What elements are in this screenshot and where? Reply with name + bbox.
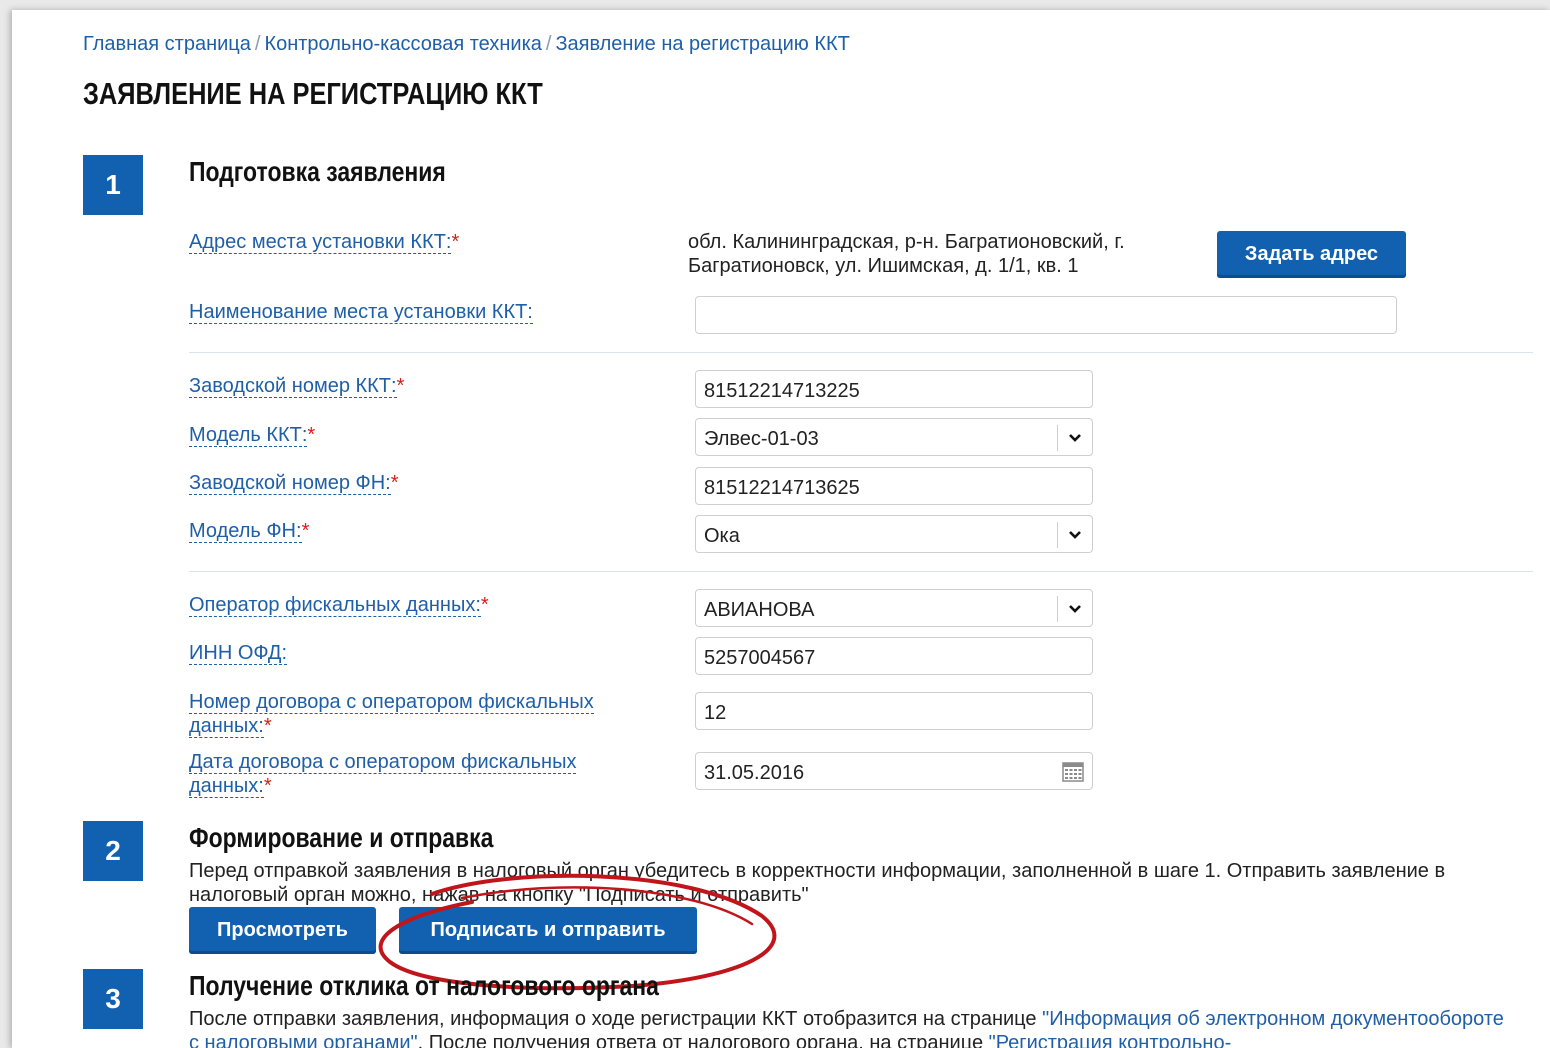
- step3-text-start: После отправки заявления, информация о х…: [189, 1008, 1043, 1030]
- chevron-down-icon[interactable]: [1057, 596, 1092, 622]
- required-mark: *: [301, 520, 310, 542]
- fn-model-value: Ока: [704, 525, 740, 547]
- contract-number-input[interactable]: 12: [695, 692, 1093, 730]
- section-divider: [189, 352, 1533, 353]
- required-mark: *: [390, 472, 399, 494]
- chevron-down-icon[interactable]: [1057, 425, 1092, 451]
- breadcrumb-kkt-link[interactable]: Контрольно-кассовая техника: [264, 33, 541, 55]
- step-number-2: 2: [83, 821, 143, 881]
- step-title-1: Подготовка заявления: [189, 156, 446, 187]
- required-mark: *: [263, 715, 272, 737]
- kkt-model-label-text: Модель ККТ:: [189, 424, 308, 447]
- contract-date-label-line1: Дата договора с оператором фискальных: [189, 751, 577, 774]
- step3-description: После отправки заявления, информация о х…: [189, 1007, 1509, 1048]
- contract-date-value: 31.05.2016: [704, 762, 805, 784]
- kkt-serial-input[interactable]: 81512214713225: [695, 370, 1093, 408]
- ofd-label[interactable]: Оператор фискальных данных:*: [189, 593, 489, 617]
- kkt-model-label[interactable]: Модель ККТ:*: [189, 423, 315, 447]
- ofd-inn-label-text: ИНН ОФД:: [189, 642, 288, 665]
- contract-date-label[interactable]: Дата договора с оператором фискальных да…: [189, 750, 577, 798]
- place-name-label[interactable]: Наименование места установки ККТ:: [189, 300, 533, 324]
- page: Главная страница / Контрольно-кассовая тех…: [12, 10, 1550, 1048]
- ofd-select[interactable]: АВИАНОВА: [695, 589, 1093, 627]
- required-mark: *: [451, 231, 460, 253]
- kkt-model-select[interactable]: Элвес-01-03: [695, 418, 1093, 456]
- address-label-text: Адрес места установки ККТ:: [189, 231, 452, 254]
- fn-serial-label[interactable]: Заводской номер ФН:*: [189, 471, 399, 495]
- contract-number-label-line2: данных:: [189, 715, 264, 738]
- calendar-icon[interactable]: [1062, 762, 1084, 782]
- required-mark: *: [396, 375, 405, 397]
- required-mark: *: [307, 424, 316, 446]
- preview-button[interactable]: Просмотреть: [189, 907, 376, 954]
- step2-description: Перед отправкой заявления в налоговый ор…: [189, 859, 1539, 907]
- step3-text-mid: . После получения ответа от налогового о…: [417, 1032, 989, 1048]
- breadcrumb-current-link[interactable]: Заявление на регистрацию ККТ: [555, 33, 849, 55]
- kkt-model-value: Элвес-01-03: [704, 428, 819, 450]
- contract-date-label-line2: данных:: [189, 775, 264, 798]
- ofd-inn-input[interactable]: 5257004567: [695, 637, 1093, 675]
- step-number-3: 3: [83, 969, 143, 1029]
- fn-model-label[interactable]: Модель ФН:*: [189, 519, 309, 543]
- breadcrumb-home-link[interactable]: Главная страница: [83, 33, 251, 55]
- chevron-down-icon[interactable]: [1057, 522, 1092, 548]
- kkt-registration-link[interactable]: "Регистрация контрольно-: [989, 1032, 1232, 1048]
- step-title-3: Получение отклика от налогового органа: [189, 970, 659, 1001]
- breadcrumb: Главная страница / Контрольно-кассовая тех…: [83, 33, 850, 56]
- step2-text-line1: Перед отправкой заявления в налоговый ор…: [189, 860, 1446, 882]
- fn-model-select[interactable]: Ока: [695, 515, 1093, 553]
- ofd-value: АВИАНОВА: [704, 599, 815, 621]
- required-mark: *: [263, 775, 272, 797]
- fn-model-label-text: Модель ФН:: [189, 520, 302, 543]
- address-label[interactable]: Адрес места установки ККТ:*: [189, 230, 459, 254]
- fn-serial-input[interactable]: 81512214713625: [695, 467, 1093, 505]
- contract-number-label[interactable]: Номер договора с оператором фискальных д…: [189, 690, 594, 738]
- ofd-inn-label[interactable]: ИНН ОФД:: [189, 641, 288, 665]
- set-address-button[interactable]: Задать адрес: [1217, 231, 1406, 278]
- section-divider: [189, 571, 1533, 572]
- address-value: обл. Калининградская, р-н. Багратионовск…: [688, 231, 1125, 277]
- place-name-label-text: Наименование места установки ККТ:: [189, 301, 533, 324]
- fn-serial-label-text: Заводской номер ФН:: [189, 472, 391, 495]
- ofd-label-text: Оператор фискальных данных:: [189, 594, 481, 617]
- step-number-1: 1: [83, 155, 143, 215]
- breadcrumb-separator: /: [254, 33, 261, 55]
- step2-text-line2: налоговый орган можно, нажав на кнопку "…: [189, 884, 809, 906]
- sign-and-send-button[interactable]: Подписать и отправить: [399, 907, 697, 954]
- breadcrumb-separator: /: [545, 33, 552, 55]
- contract-date-input[interactable]: 31.05.2016: [695, 752, 1093, 790]
- kkt-serial-label[interactable]: Заводской номер ККТ:*: [189, 374, 404, 398]
- contract-number-label-line1: Номер договора с оператором фискальных: [189, 691, 594, 714]
- page-title: ЗАЯВЛЕНИЕ НА РЕГИСТРАЦИЮ ККТ: [83, 76, 543, 111]
- step-title-2: Формирование и отправка: [189, 822, 494, 853]
- place-name-input[interactable]: [695, 296, 1397, 334]
- kkt-serial-label-text: Заводской номер ККТ:: [189, 375, 397, 398]
- required-mark: *: [480, 594, 489, 616]
